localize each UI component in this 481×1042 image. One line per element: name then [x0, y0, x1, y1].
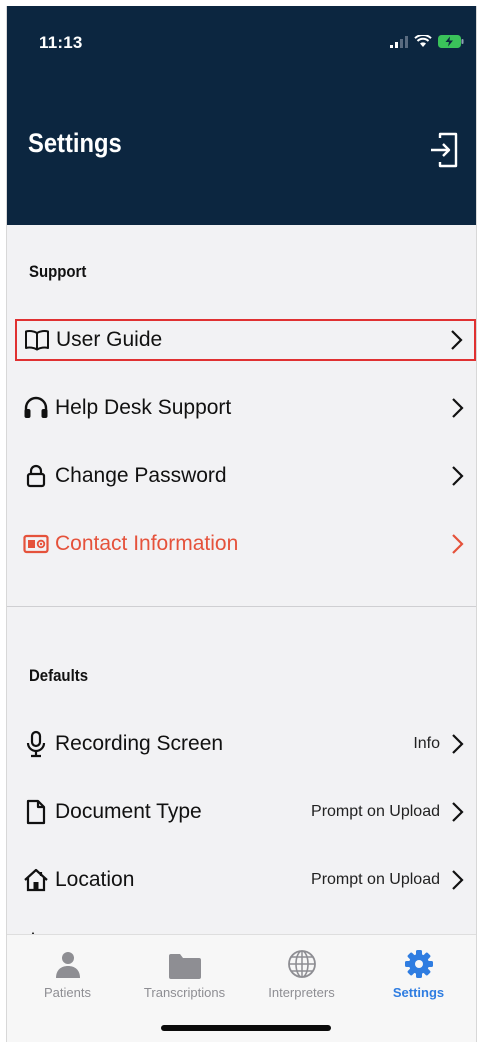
document-icon — [23, 799, 49, 825]
tab-patients[interactable]: Patients — [9, 935, 126, 1009]
chevron-right-icon — [452, 398, 464, 418]
home-icon — [23, 867, 49, 893]
header: 11:13 Settings — [7, 6, 476, 225]
defaults-section-title: Defaults — [29, 666, 89, 685]
location-label: Location — [55, 868, 135, 891]
contact-information-row[interactable]: Contact Information — [15, 524, 476, 564]
microphone-icon — [23, 730, 49, 758]
tab-transcriptions[interactable]: Transcriptions — [126, 935, 243, 1009]
change-password-row[interactable]: Change Password — [15, 456, 476, 496]
signal-icon — [390, 35, 408, 48]
section-divider — [7, 606, 476, 607]
headphones-icon — [23, 395, 49, 421]
tab-interpreters[interactable]: Interpreters — [243, 935, 360, 1009]
location-row[interactable]: Location Prompt on Upload — [15, 860, 476, 900]
recording-screen-value: Info — [413, 735, 440, 752]
chevron-right-icon — [452, 802, 464, 822]
contact-information-label: Contact Information — [55, 532, 239, 555]
lock-icon — [23, 463, 49, 489]
user-guide-label: User Guide — [56, 328, 163, 351]
phone-screen: 11:13 Settings Support User Guide Help D… — [6, 6, 477, 1042]
battery-charging-icon — [438, 35, 464, 48]
wifi-icon — [414, 35, 432, 47]
tab-transcriptions-label: Transcriptions — [143, 985, 226, 1000]
document-type-label: Document Type — [55, 800, 202, 823]
user-guide-row[interactable]: User Guide — [15, 319, 476, 361]
globe-icon — [287, 950, 316, 978]
chevron-right-icon — [452, 466, 464, 486]
change-password-label: Change Password — [55, 464, 227, 487]
page-title: Settings — [28, 128, 122, 158]
chevron-right-icon — [452, 870, 464, 890]
contact-card-icon — [23, 531, 49, 557]
person-icon — [55, 952, 80, 978]
folder-icon — [168, 954, 201, 979]
chevron-right-icon — [452, 534, 464, 554]
tab-settings-label: Settings — [392, 985, 445, 1000]
book-icon — [24, 327, 50, 353]
tab-interpreters-label: Interpreters — [268, 985, 335, 1000]
support-section-title: Support — [29, 262, 87, 281]
chevron-right-icon — [452, 734, 464, 754]
home-indicator — [161, 1025, 331, 1031]
tab-settings[interactable]: Settings — [360, 935, 476, 1009]
location-value: Prompt on Upload — [311, 871, 440, 888]
gear-icon — [404, 950, 433, 978]
tab-patients-label: Patients — [44, 985, 91, 1000]
tab-bar: Patients Transcriptions Interpreters Set… — [7, 934, 476, 1042]
sign-out-icon — [431, 132, 458, 168]
help-desk-support-row[interactable]: Help Desk Support — [15, 388, 476, 428]
document-type-value: Prompt on Upload — [311, 803, 440, 820]
document-type-row[interactable]: Document Type Prompt on Upload — [15, 792, 476, 832]
chevron-right-icon — [451, 330, 463, 350]
status-time: 11:13 — [39, 33, 83, 52]
logout-button[interactable] — [429, 132, 459, 168]
recording-screen-label: Recording Screen — [55, 732, 224, 755]
status-icons — [390, 35, 464, 48]
recording-screen-row[interactable]: Recording Screen Info — [15, 724, 476, 764]
help-desk-support-label: Help Desk Support — [55, 396, 232, 419]
